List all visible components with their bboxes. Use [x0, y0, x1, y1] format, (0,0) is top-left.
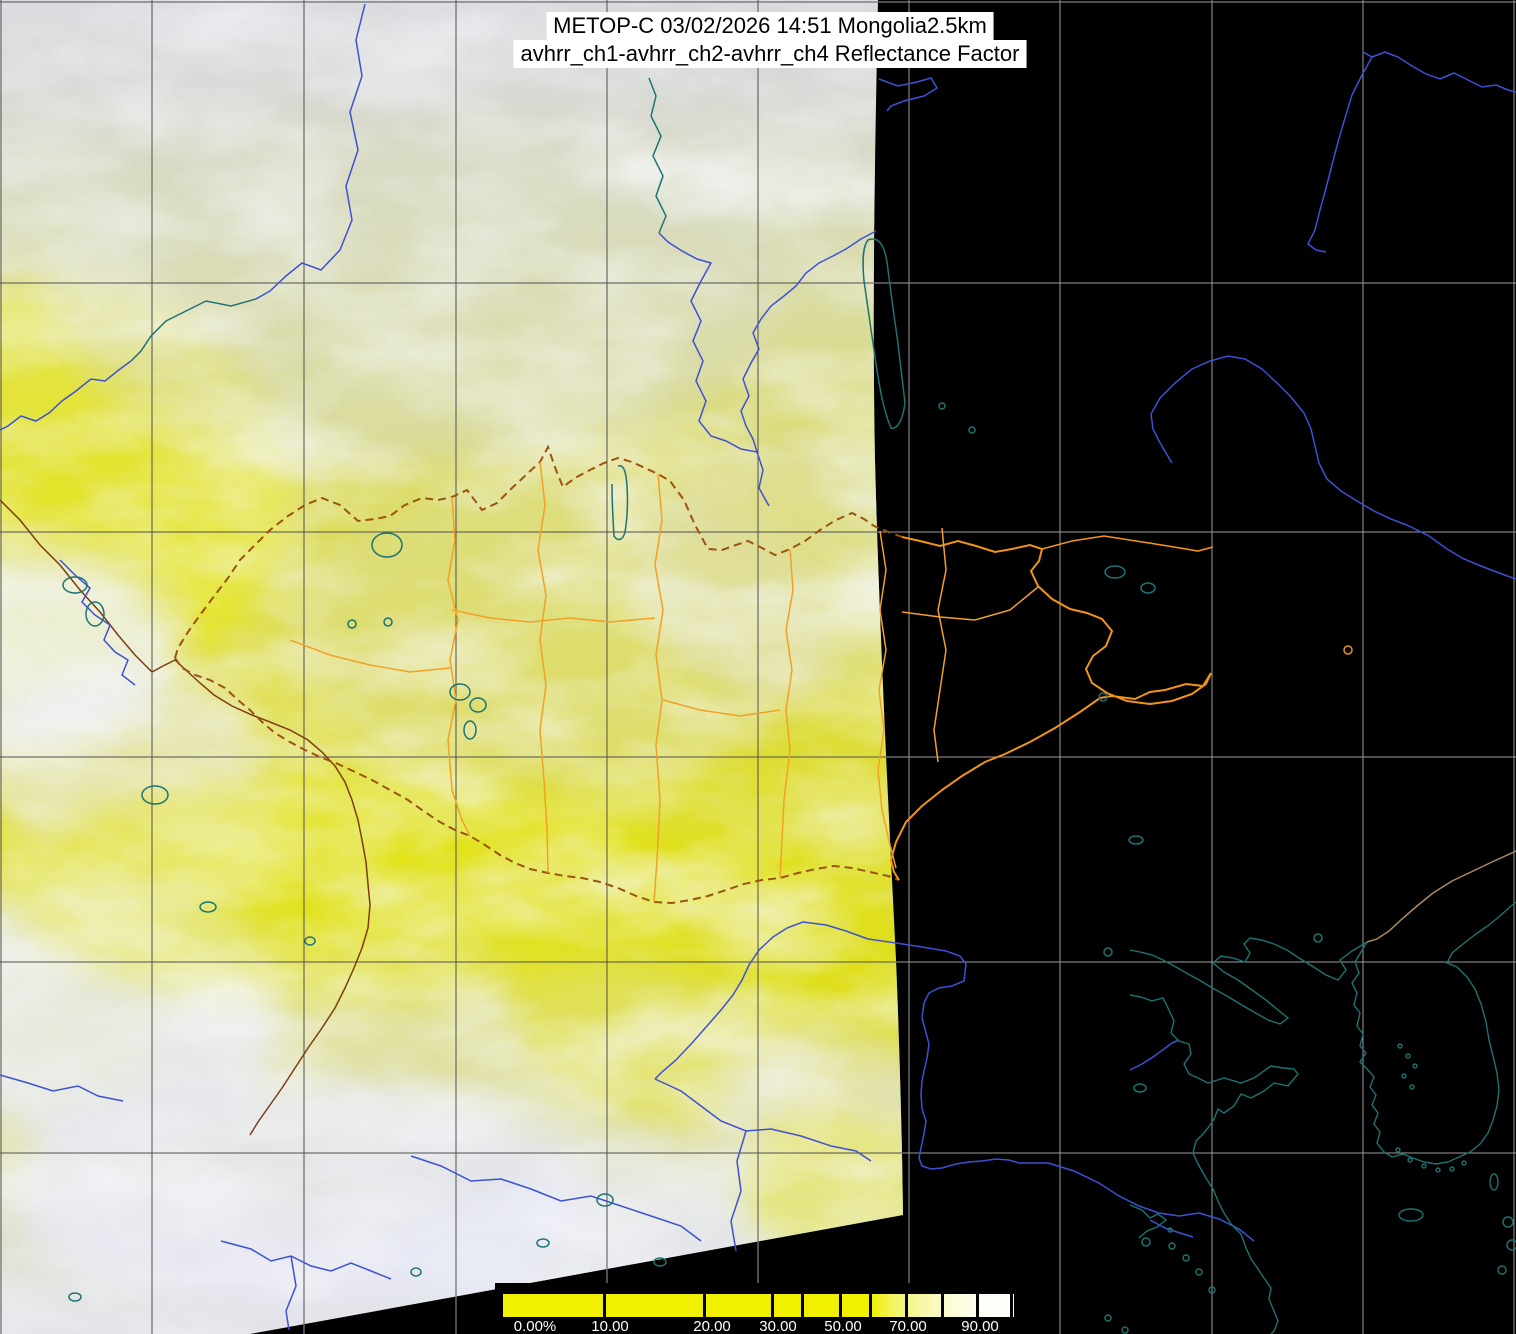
colorbar-tick — [976, 1294, 979, 1317]
colorbar-tick — [905, 1294, 908, 1317]
title-line-2: avhrr_ch1-avhrr_ch2-avhrr_ch4 Reflectanc… — [514, 40, 1027, 68]
colorbar-tick-label: 0.00% — [514, 1318, 557, 1334]
satellite-viewer: METOP-C 03/02/2026 14:51 Mongolia2.5km a… — [0, 0, 1516, 1334]
colorbar-tick-label: 10.00 — [591, 1318, 629, 1334]
swath-cloud-texture — [0, 0, 905, 1334]
colorbar-tick-label: 90.00 — [961, 1318, 999, 1334]
colorbar-tick — [941, 1294, 944, 1317]
colorbar-tick — [603, 1294, 606, 1317]
colorbar-tick-label: 30.00 — [759, 1318, 797, 1334]
image-title: METOP-C 03/02/2026 14:51 Mongolia2.5km a… — [514, 12, 1027, 68]
title-line-1: METOP-C 03/02/2026 14:51 Mongolia2.5km — [546, 12, 994, 40]
colorbar-tick-label: 70.00 — [889, 1318, 927, 1334]
colorbar-tick — [771, 1294, 774, 1317]
colorbar — [503, 1294, 1014, 1317]
colorbar-tick — [1010, 1294, 1013, 1317]
colorbar-tick-label: 50.00 — [824, 1318, 862, 1334]
colorbar-tick — [839, 1294, 842, 1317]
colorbar-tick — [869, 1294, 872, 1317]
colorbar-tick — [703, 1294, 706, 1317]
satellite-map-canvas — [0, 0, 1516, 1334]
colorbar-tick-label: 20.00 — [693, 1318, 731, 1334]
data-swath — [0, 0, 955, 1334]
colorbar-tick — [801, 1294, 804, 1317]
